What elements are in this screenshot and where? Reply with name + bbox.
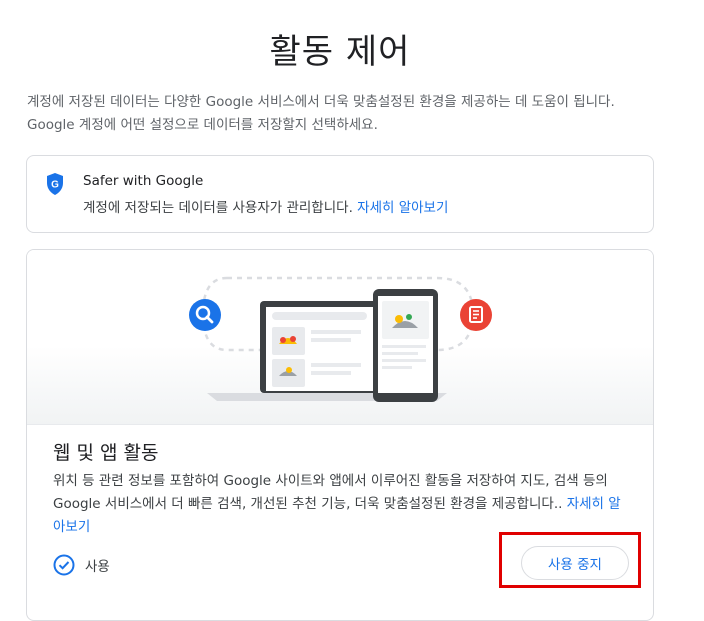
shield-letter: G [51, 180, 59, 191]
safer-learn-more-link[interactable]: 자세히 알아보기 [357, 200, 448, 216]
web-app-activity-card: 웹 및 앱 활동 위치 등 관련 정보를 포함하여 Google 사이트와 앱에… [26, 249, 654, 621]
activity-illustration [27, 250, 653, 425]
activity-status: 사용 [53, 554, 110, 576]
activity-description-text: 위치 등 관련 정보를 포함하여 Google 사이트와 앱에서 이루어진 활동… [53, 473, 608, 512]
safer-description: 계정에 저장되는 데이터를 사용자가 관리합니다. 자세히 알아보기 [83, 196, 448, 216]
activity-description: 위치 등 관련 정보를 포함하여 Google 사이트와 앱에서 이루어진 활동… [53, 470, 633, 539]
check-circle-icon [53, 554, 75, 576]
safer-with-google-card: G Safer with Google 계정에 저장되는 데이터를 사용자가 관… [26, 155, 654, 233]
phone-icon [373, 289, 438, 402]
google-shield-icon: G [47, 173, 63, 195]
activity-title: 웹 및 앱 활동 [53, 442, 159, 464]
turn-off-button[interactable]: 사용 중지 [521, 546, 629, 580]
status-label: 사용 [85, 559, 110, 575]
search-icon [189, 299, 221, 331]
document-icon [460, 299, 492, 331]
safer-description-text: 계정에 저장되는 데이터를 사용자가 관리합니다. [83, 200, 358, 216]
page-title: 활동 제어 [269, 32, 411, 72]
page-intro: 계정에 저장된 데이터는 다양한 Google 서비스에서 더욱 맞춤설정된 환… [27, 94, 615, 133]
safer-title: Safer with Google [83, 173, 204, 189]
